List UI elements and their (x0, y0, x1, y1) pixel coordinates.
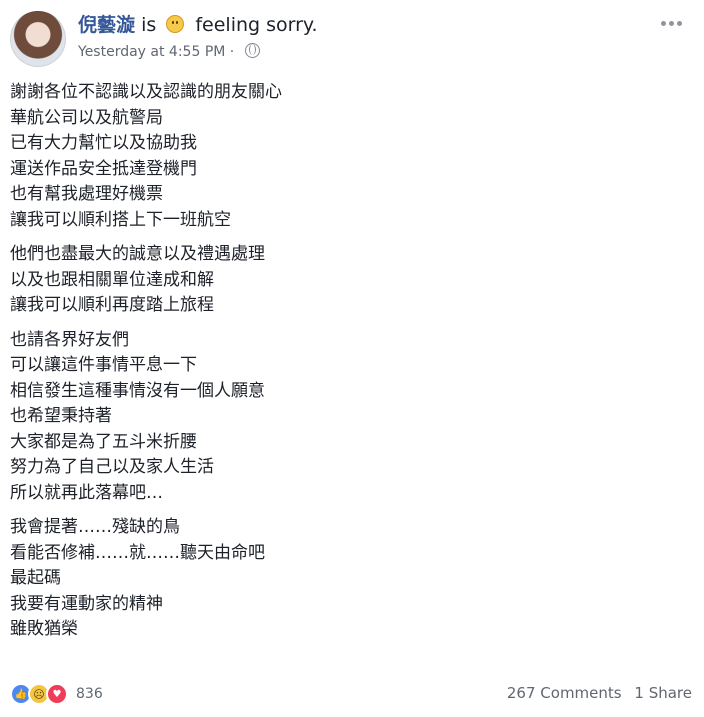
is-text: is (141, 14, 157, 36)
author-avatar[interactable] (10, 11, 66, 67)
post-paragraph: 他們也盡最大的誠意以及禮遇處理 以及也跟相關單位達成和解 讓我可以順利再度踏上旅… (10, 242, 670, 319)
more-dot-icon (676, 20, 682, 26)
post-line: 運送作品安全抵達登機門 (10, 158, 197, 179)
post-line: 也有幫我處理好機票 (10, 184, 163, 204)
post-footer: 👍 ☹ ♥ 836 267 Comments 1 Share (0, 676, 704, 712)
post-line: 雖敗猶榮 (10, 619, 78, 639)
post-meta: Yesterday at 4:55 PM · (78, 42, 260, 62)
post-line: 謝謝各位不認識以及認識的朋友關心 (10, 82, 282, 102)
post-line: 大家都是為了五斗米折腰 (10, 431, 197, 452)
sad-feeling-icon (166, 15, 185, 33)
post-line: 也希望秉持著 (10, 406, 112, 426)
post-title-line: 倪藝漩 is feeling sorry. (78, 12, 318, 38)
post-line: 最起碼 (10, 568, 61, 588)
author-name[interactable]: 倪藝漩 (78, 14, 135, 36)
post-paragraph: 也請各界好友們 可以讓這件事情平息一下 相信發生這種事情沒有一個人願意 也希望秉… (10, 328, 670, 507)
post-line: 看能否修補……就……聽天由命吧 (10, 542, 265, 563)
post-paragraph: 謝謝各位不認識以及認識的朋友關心 華航公司以及航警局 已有大力幫忙以及協助我 運… (10, 80, 670, 233)
post-body: 謝謝各位不認識以及認識的朋友關心 華航公司以及航警局 已有大力幫忙以及協助我 運… (10, 80, 670, 652)
post-paragraph: 我會提著……殘缺的鳥 看能否修補……就……聽天由命吧 最起碼 我要有運動家的精神… (10, 515, 670, 643)
globe-icon[interactable] (244, 43, 260, 58)
post-timestamp[interactable]: Yesterday at 4:55 PM (78, 44, 225, 60)
facebook-post: 倪藝漩 is feeling sorry. Yesterday at 4:55 … (0, 0, 704, 717)
feeling-text: feeling sorry. (195, 14, 318, 36)
post-line: 讓我可以順利搭上下一班航空 (10, 209, 231, 230)
post-line: 以及也跟相關單位達成和解 (10, 269, 214, 290)
post-line: 努力為了自己以及家人生活 (10, 457, 214, 477)
post-line: 他們也盡最大的誠意以及禮遇處理 (10, 244, 265, 264)
post-line: 讓我可以順利再度踏上旅程 (10, 295, 214, 315)
more-dot-icon (668, 20, 674, 26)
post-line: 也請各界好友們 (10, 329, 129, 350)
post-line: 華航公司以及航警局 (10, 107, 163, 128)
post-line: 我會提著……殘缺的鳥 (10, 517, 180, 537)
post-line: 可以讓這件事情平息一下 (10, 355, 197, 375)
reaction-summary[interactable]: 👍 ☹ ♥ 836 (10, 683, 103, 705)
post-line: 相信發生這種事情沒有一個人願意 (10, 380, 265, 401)
post-line: 所以就再此落幕吧… (10, 482, 163, 503)
post-header: 倪藝漩 is feeling sorry. Yesterday at 4:55 … (0, 0, 704, 74)
more-dot-icon (660, 20, 666, 26)
engagement-links: 267 Comments 1 Share (499, 684, 692, 702)
comments-link[interactable]: 267 Comments (507, 684, 622, 702)
more-options-button[interactable] (656, 14, 686, 32)
post-line: 我要有運動家的精神 (10, 593, 163, 614)
meta-separator: · (229, 44, 235, 60)
love-icon[interactable]: ♥ (46, 683, 68, 705)
post-line: 已有大力幫忙以及協助我 (10, 133, 197, 153)
shares-link[interactable]: 1 Share (634, 684, 692, 702)
reaction-count[interactable]: 836 (76, 686, 103, 702)
